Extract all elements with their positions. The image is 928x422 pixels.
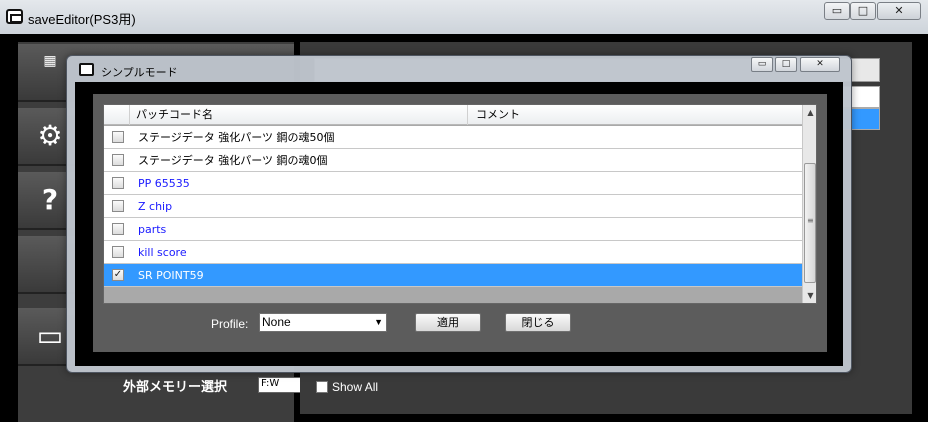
dialog-frame: パッチコード名 コメント ステージデータ 強化パーツ 鋼の魂50個 ステージデータ… (75, 82, 843, 366)
header-patch-name[interactable]: パッチコード名 (130, 105, 468, 125)
help-icon: ? (41, 183, 59, 216)
scroll-thumb[interactable]: ≡ (804, 163, 816, 283)
scroll-grip-icon: ≡ (807, 216, 814, 225)
row-checkbox[interactable] (112, 223, 124, 235)
vertical-scrollbar[interactable]: ▲ ≡ ▼ (802, 105, 816, 303)
row-checkbox[interactable] (112, 200, 124, 212)
row-checkbox[interactable] (112, 154, 124, 166)
table-row[interactable]: PP 65535 (104, 172, 802, 195)
gear-icon: ⚙ (37, 119, 63, 152)
table-row[interactable]: ステージデータ 強化パーツ 鋼の魂50個 (104, 126, 802, 149)
header-comment[interactable]: コメント (468, 105, 802, 125)
close-dialog-button[interactable]: 閉じる (505, 313, 571, 332)
card-icon: ▭ (36, 319, 64, 352)
profile-label: Profile: (211, 317, 249, 331)
external-memory-label: 外部メモリー選択 (123, 380, 228, 395)
scroll-up-arrow-icon[interactable]: ▲ (803, 105, 816, 120)
patch-code-name: ステージデータ 強化パーツ 鋼の魂0個 (138, 154, 328, 167)
patch-code-name: kill score (138, 246, 187, 259)
show-all-box[interactable] (316, 381, 328, 393)
window-title: saveEditor(PS3用) (28, 12, 136, 27)
profile-value: None (262, 315, 291, 329)
table-row[interactable]: kill score (104, 241, 802, 264)
patch-code-name: Z chip (138, 200, 173, 213)
logo-icon: ▦ (43, 53, 57, 69)
table-row[interactable]: Z chip (104, 195, 802, 218)
dialog-minimize-button[interactable]: ▭ (751, 57, 773, 72)
dialog-panel: パッチコード名 コメント ステージデータ 強化パーツ 鋼の魂50個 ステージデータ… (93, 94, 827, 352)
apply-button[interactable]: 適用 (415, 313, 481, 332)
row-checkbox[interactable] (112, 246, 124, 258)
patch-code-name: SR POINT59 (138, 269, 204, 282)
dialog-close-button[interactable]: ✕ (800, 57, 840, 72)
drive-select[interactable]: F:W (258, 377, 304, 393)
app-icon (6, 9, 23, 24)
patch-code-grid: パッチコード名 コメント ステージデータ 強化パーツ 鋼の魂50個 ステージデータ… (103, 104, 817, 304)
close-button[interactable]: ✕ (877, 2, 921, 20)
dialog-app-icon (79, 63, 94, 76)
simple-mode-dialog: シンプルモード ▭ □ ✕ パッチコード名 コメント ステージデータ 強化パーツ… (66, 55, 852, 373)
row-checkbox[interactable] (112, 131, 124, 143)
row-checkbox[interactable]: ✓ (112, 269, 124, 281)
maximize-button[interactable]: □ (850, 2, 876, 20)
grid-header: パッチコード名 コメント (104, 105, 802, 125)
scroll-down-arrow-icon[interactable]: ▼ (803, 288, 816, 303)
profile-select[interactable]: None ▼ (259, 313, 387, 332)
dialog-title: シンプルモード (101, 66, 178, 79)
patch-code-name: ステージデータ 強化パーツ 鋼の魂50個 (138, 131, 335, 144)
show-all-label: Show All (332, 380, 379, 394)
show-all-checkbox[interactable]: Show All (316, 380, 378, 394)
header-check-column (104, 105, 130, 125)
dialog-maximize-button[interactable]: □ (775, 57, 797, 72)
table-row[interactable]: ステージデータ 強化パーツ 鋼の魂0個 (104, 149, 802, 172)
patch-code-name: PP 65535 (138, 177, 190, 190)
minimize-button[interactable]: ▭ (824, 2, 850, 20)
main-titlebar[interactable]: saveEditor(PS3用) ▭ □ ✕ (0, 0, 928, 34)
table-row[interactable]: parts (104, 218, 802, 241)
patch-code-name: parts (138, 223, 167, 236)
row-checkbox[interactable] (112, 177, 124, 189)
chevron-down-icon: ▼ (374, 317, 383, 327)
table-row[interactable]: ✓ SR POINT59 (104, 264, 802, 287)
